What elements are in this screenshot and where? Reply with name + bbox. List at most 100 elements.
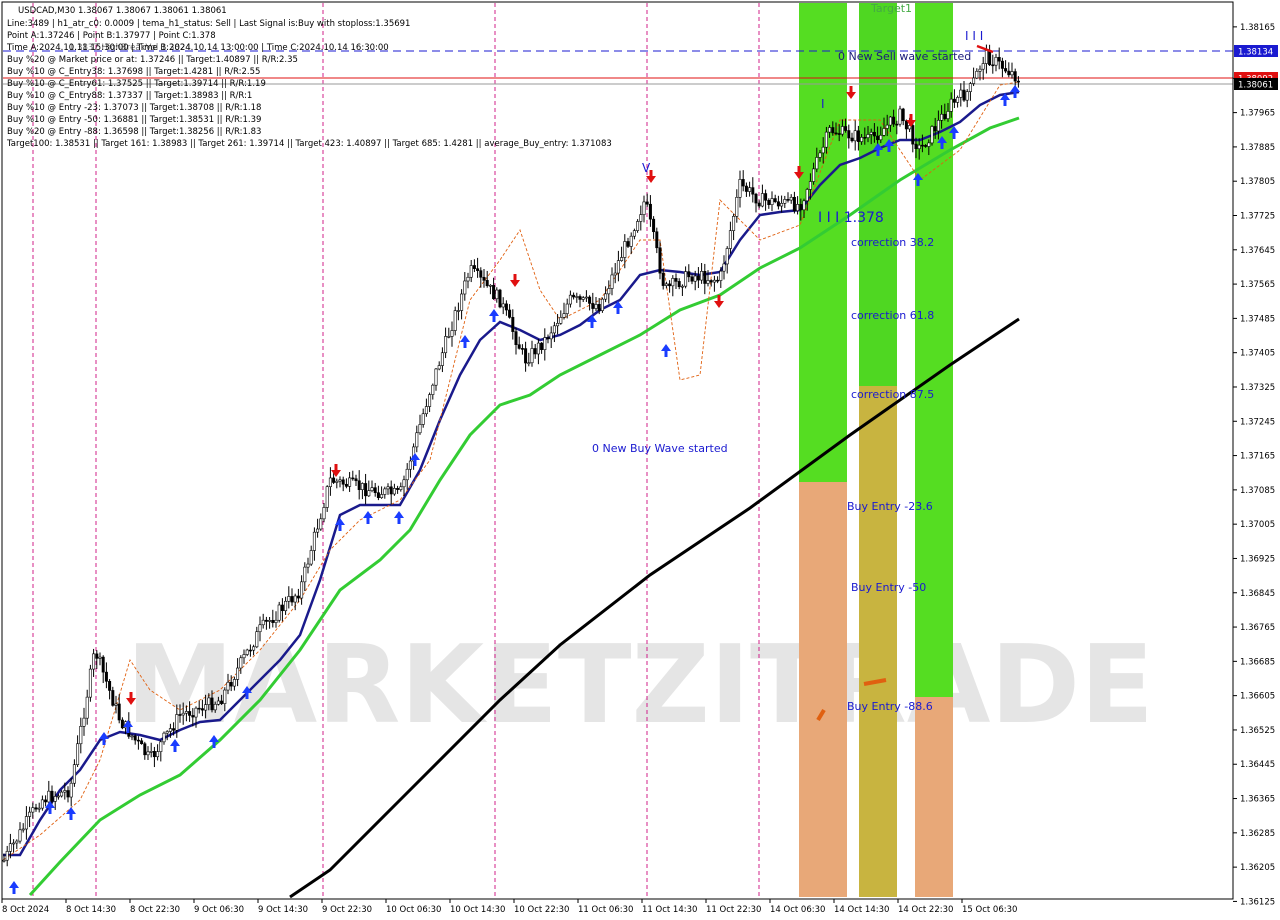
- candle-body: [668, 283, 672, 287]
- candle-body: [15, 840, 19, 844]
- candle-body: [572, 294, 576, 298]
- candle-body: [741, 179, 745, 187]
- candle-body: [210, 697, 214, 711]
- correction-38-label: correction 38.2: [851, 236, 934, 249]
- candle-body: [92, 653, 96, 670]
- candle-body: [98, 656, 102, 659]
- candle-body: [882, 128, 886, 136]
- candle-body: [709, 280, 713, 283]
- candle-body: [767, 199, 771, 205]
- candle-body: [578, 296, 582, 300]
- candle-body: [332, 477, 336, 483]
- info-line: Buy %10 @ C_Entry88: 1.37337 || Target:1…: [7, 91, 252, 101]
- candle-body: [1000, 60, 1004, 69]
- candle-body: [703, 271, 707, 284]
- candle-body: [485, 280, 489, 287]
- x-tick-label: 9 Oct 14:30: [258, 905, 308, 915]
- candle-body: [562, 313, 566, 318]
- candle-body: [146, 751, 150, 756]
- candle-body: [943, 113, 947, 119]
- candle-body: [450, 330, 454, 337]
- candle-body: [722, 263, 726, 272]
- candle-body: [53, 796, 57, 802]
- candle-body: [303, 566, 307, 583]
- candle-body: [1016, 80, 1020, 83]
- candle-body: [917, 144, 921, 150]
- candle-body: [136, 739, 140, 742]
- candle-body: [565, 303, 569, 314]
- candle-body: [872, 131, 876, 137]
- y-tick-label: 1.36525: [1240, 726, 1275, 736]
- candle-body: [79, 726, 83, 745]
- candle-body: [639, 214, 643, 222]
- x-tick-label: 9 Oct 22:30: [322, 905, 372, 915]
- candle-body: [248, 649, 252, 652]
- y-axis: 1.382451.381651.380451.379651.378851.378…: [1233, 0, 1280, 920]
- info-line: Buy %10 @ C_Entry61: 1.37525 || Target:1…: [7, 79, 266, 89]
- candle-body: [495, 289, 499, 300]
- info-line: Time A:2024.10.11 15:30:00 | Time B:2024…: [6, 43, 389, 53]
- candle-body: [620, 257, 624, 261]
- candle-body: [415, 432, 419, 448]
- candle-body: [482, 276, 486, 281]
- candle-body: [21, 828, 25, 831]
- plot-background: [0, 0, 1280, 920]
- tick-marks-label: I I I: [965, 29, 983, 43]
- candle-body: [396, 488, 400, 490]
- candle-body: [927, 142, 931, 147]
- candle-body: [226, 681, 230, 691]
- candle-body: [328, 477, 332, 487]
- candle-body: [824, 131, 828, 148]
- candle-body: [104, 671, 108, 682]
- candle-body: [456, 310, 460, 312]
- candle-body: [687, 271, 691, 278]
- candle-body: [408, 460, 412, 470]
- x-tick-label: 10 Oct 22:30: [514, 905, 569, 915]
- y-tick-label: 1.37725: [1240, 212, 1275, 222]
- candle-body: [821, 146, 825, 154]
- candle-body: [149, 751, 153, 753]
- x-tick-label: 10 Oct 06:30: [386, 905, 441, 915]
- info-line: Buy %20 @ Market price or at: 1.37246 ||…: [7, 55, 298, 65]
- info-line: Target100: 1.38531 || Target 161: 1.3898…: [6, 139, 612, 149]
- x-tick-label: 9 Oct 06:30: [194, 905, 244, 915]
- candle-body: [188, 711, 192, 716]
- candle-body: [828, 127, 832, 133]
- candle-body: [719, 270, 723, 281]
- candle-body: [728, 230, 732, 249]
- candle-body: [280, 604, 284, 612]
- marker-i-label: I: [821, 97, 825, 111]
- candle-body: [300, 581, 304, 599]
- candle-body: [780, 203, 784, 207]
- candle-body: [530, 348, 534, 364]
- candle-body: [760, 193, 764, 207]
- candle-body: [610, 274, 614, 289]
- candle-body: [293, 595, 297, 603]
- candle-body: [232, 679, 236, 687]
- y-tick-label: 1.37485: [1240, 314, 1275, 324]
- info-line: Point A:1.37246 | Point B:1.37977 | Poin…: [7, 31, 216, 41]
- candle-body: [85, 696, 89, 719]
- candle-body: [223, 689, 227, 704]
- candle-body: [325, 486, 329, 508]
- candle-body: [847, 130, 851, 139]
- y-tick-label: 1.37805: [1240, 177, 1275, 187]
- candle-body: [12, 842, 16, 845]
- candle-body: [1013, 71, 1017, 82]
- candle-body: [591, 303, 595, 309]
- candle-body: [789, 196, 793, 201]
- candle-body: [181, 712, 185, 716]
- candle-body: [373, 487, 377, 493]
- y-tick-label: 1.37245: [1240, 417, 1275, 427]
- candle-body: [143, 743, 147, 756]
- candle-body: [236, 667, 240, 680]
- candle-body: [581, 297, 585, 300]
- candle-body: [274, 619, 278, 623]
- candle-body: [725, 248, 729, 265]
- candle-body: [997, 57, 1001, 62]
- candle-body: [111, 690, 115, 706]
- candle-body: [501, 303, 505, 308]
- candle-body: [172, 728, 176, 731]
- candle-body: [626, 241, 630, 247]
- candle-body: [805, 189, 809, 202]
